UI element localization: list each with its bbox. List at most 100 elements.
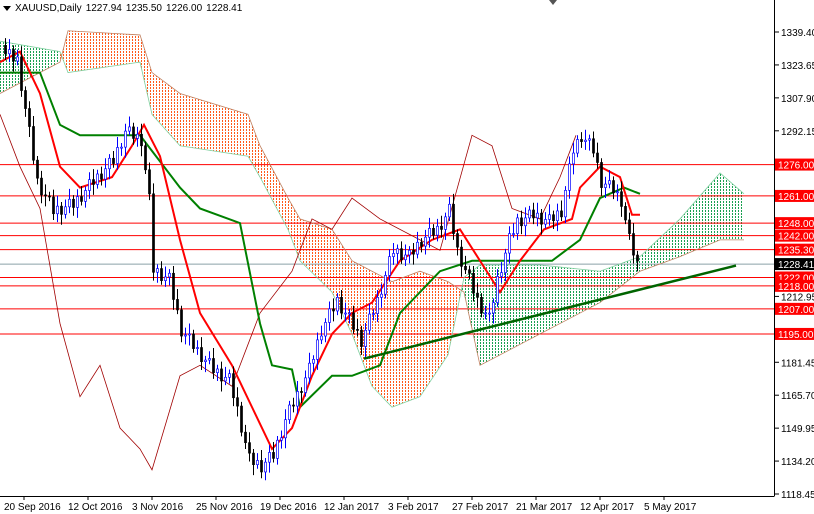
bear-cloud-segment [124, 33, 128, 65]
candle-bear [520, 217, 523, 227]
bear-cloud-segment [424, 272, 428, 391]
candle-bull [408, 249, 411, 256]
price-tick-label: 1165.70 [781, 391, 814, 402]
price-tick-label: 1307.90 [781, 94, 814, 105]
candle-bear [36, 159, 39, 179]
bull-cloud-segment [552, 266, 556, 328]
candle-bull [328, 308, 331, 323]
level-label: 1235.30 [778, 246, 814, 257]
candle-bull [416, 241, 419, 255]
dropdown-triangle-icon[interactable] [3, 6, 11, 11]
candle-bull [380, 293, 383, 298]
candle-bear [628, 219, 631, 234]
candle-bull [616, 191, 619, 194]
bull-cloud-segment [728, 179, 732, 240]
price-chart[interactable]: 1276.001261.001248.001242.001235.301222.… [0, 0, 814, 514]
bull-cloud-segment [724, 176, 728, 240]
candle-bull [504, 252, 507, 273]
bull-cloud-segment [736, 186, 740, 240]
candle-bull [308, 362, 311, 379]
candle-bull [76, 196, 79, 208]
bull-cloud-segment [668, 226, 672, 261]
bear-cloud-segment [196, 98, 200, 149]
candle-bull [104, 168, 107, 180]
bear-cloud-segment [408, 274, 412, 402]
high-value: 1235.50 [125, 3, 162, 14]
candle-bull [312, 359, 315, 364]
candle-bull [156, 268, 159, 273]
bull-cloud-segment [660, 233, 664, 264]
chart-header: XAUUSD,Daily 1227.94 1235.50 1226.00 122… [3, 3, 242, 14]
bear-cloud-segment [160, 78, 164, 128]
low-value: 1226.00 [166, 3, 203, 14]
bull-cloud-segment [52, 50, 56, 67]
candle-bull [96, 173, 99, 185]
bull-cloud-segment [692, 200, 696, 252]
candle-bull [348, 312, 351, 315]
candle-bull [544, 219, 547, 225]
bear-cloud-segment [120, 33, 124, 66]
candle-bear [220, 368, 223, 382]
candle-bear [600, 162, 603, 188]
candle-bull [500, 272, 503, 277]
bear-cloud-segment [168, 84, 172, 137]
level-label: 1242.00 [778, 232, 814, 243]
bear-cloud-segment [296, 211, 300, 261]
candle-bear [252, 452, 255, 465]
candle-bull [284, 419, 287, 439]
candle-bear [300, 391, 303, 393]
current-price-label: 1228.41 [778, 260, 814, 271]
bear-cloud-segment [72, 30, 76, 72]
candle-bull [224, 376, 227, 382]
bear-cloud-segment [244, 113, 248, 157]
level-label: 1261.00 [778, 192, 814, 203]
bear-cloud-segment [152, 72, 156, 119]
date-tick-label: 27 Feb 2017 [452, 502, 509, 513]
bear-cloud-segment [84, 31, 88, 71]
candle-bear [412, 249, 415, 255]
candle-bear [432, 227, 435, 236]
bear-cloud-segment [92, 32, 96, 70]
candle-bull [528, 209, 531, 219]
candle-bull [424, 236, 427, 247]
bull-cloud-segment [572, 268, 576, 318]
price-tick-label: 1339.40 [781, 28, 814, 39]
candle-bull [276, 439, 279, 459]
candle-bull [84, 190, 87, 202]
candle-bear [140, 133, 143, 147]
bull-cloud-segment [604, 268, 608, 300]
candle-bull [208, 358, 211, 361]
candle-bear [12, 49, 15, 62]
bear-cloud-segment [188, 95, 192, 148]
bear-cloud-segment [96, 32, 100, 69]
level-label: 1218.00 [778, 282, 814, 293]
bear-cloud-segment [240, 111, 244, 156]
candle-bull [604, 183, 607, 188]
candle-bull [268, 452, 271, 463]
candle-bear [340, 296, 343, 314]
candle-bull [324, 322, 327, 337]
candle-bull [536, 212, 539, 219]
bull-cloud-segment [544, 265, 548, 332]
bear-cloud-segment [308, 221, 312, 273]
candle-bear [468, 269, 471, 274]
candle-bull [384, 275, 387, 295]
bull-cloud-segment [716, 172, 720, 242]
candle-bull [108, 157, 111, 170]
candle-bear [20, 56, 23, 91]
bull-cloud-segment [40, 48, 44, 73]
bear-cloud-segment [208, 102, 212, 151]
candle-bear [352, 312, 355, 330]
candle-bear [24, 90, 27, 109]
candle-bull [484, 312, 487, 315]
level-label: 1207.00 [778, 305, 814, 316]
candle-bull [512, 233, 515, 235]
bull-cloud-segment [520, 264, 524, 345]
date-tick-label: 5 May 2017 [644, 502, 697, 513]
candle-bear [452, 203, 455, 234]
candle-bull [216, 368, 219, 373]
candle-bull [296, 391, 299, 407]
candle-bull [588, 138, 591, 141]
candle-bear [160, 268, 163, 281]
candle-bull [556, 210, 559, 222]
